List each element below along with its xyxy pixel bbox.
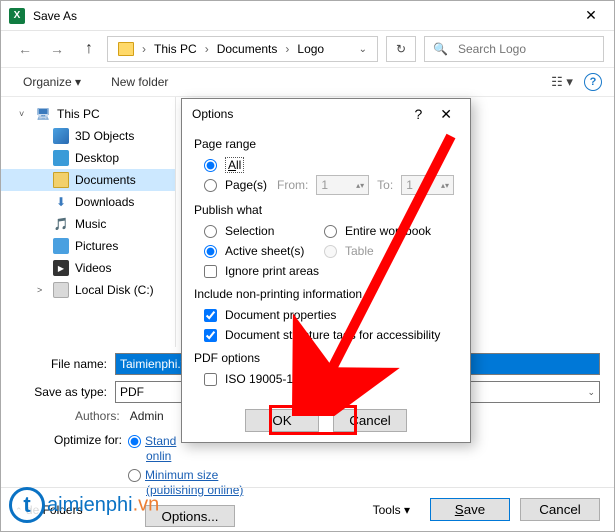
down-icon: ⬇ — [53, 194, 69, 210]
tree-item-pictures[interactable]: Pictures — [1, 235, 175, 257]
tree-item-this-pc[interactable]: ˅ 🖥 This PC — [1, 103, 175, 125]
organize-menu[interactable]: Organize ▾ — [13, 71, 91, 93]
tree-item-local-disk-c-[interactable]: > Local Disk (C:) — [1, 279, 175, 301]
document-structure-check[interactable]: Document structure tags for accessibilit… — [194, 325, 458, 345]
refresh-button[interactable]: ↻ — [386, 36, 416, 62]
include-nonprinting-group: Include non-printing information — [194, 287, 458, 301]
save-as-window: X Save As ✕ ← → ↑ › This PC › Documents … — [0, 0, 615, 532]
close-button[interactable]: ✕ — [568, 1, 614, 31]
up-button[interactable]: ↑ — [75, 36, 103, 62]
tree-item-videos[interactable]: ▶ Videos — [1, 257, 175, 279]
authors-value[interactable]: Admin — [130, 409, 164, 423]
page-to-input: 1▴▾ — [401, 175, 454, 195]
options-ok-button[interactable]: OK — [245, 409, 319, 432]
help-icon[interactable]: ? — [584, 73, 602, 91]
tree-item-3d-objects[interactable]: 3D Objects — [1, 125, 175, 147]
cancel-button[interactable]: Cancel — [520, 498, 600, 521]
crumb-documents[interactable]: Documents — [211, 39, 284, 59]
3d-icon — [53, 128, 69, 144]
new-folder-button[interactable]: New folder — [101, 71, 178, 93]
excel-icon: X — [9, 8, 25, 24]
tree-item-label: Local Disk (C:) — [75, 283, 154, 297]
tree-item-documents[interactable]: Documents — [1, 169, 175, 191]
selection-radio[interactable]: Selection — [194, 221, 324, 241]
desk-icon — [53, 150, 69, 166]
expand-icon[interactable]: > — [37, 285, 47, 295]
watermark: taimienphi.vn — [9, 487, 159, 523]
breadcrumb[interactable]: › This PC › Documents › Logo ⌄ — [107, 36, 378, 62]
entire-workbook-radio[interactable]: Entire workbook — [324, 221, 431, 241]
nav-tree: ˅ 🖥 This PC 3D Objects Desktop Documents ⬇ Down… — [1, 97, 176, 347]
tree-item-label: Desktop — [75, 151, 119, 165]
crumb-logo[interactable]: Logo — [291, 39, 330, 59]
ignore-print-areas-check[interactable]: Ignore print areas — [194, 261, 458, 281]
crumb-this-pc[interactable]: This PC — [148, 39, 203, 59]
address-bar: ← → ↑ › This PC › Documents › Logo ⌄ ↻ 🔍 — [1, 31, 614, 67]
tree-item-label: Videos — [75, 261, 111, 275]
titlebar: X Save As ✕ — [1, 1, 614, 31]
pc-icon: 🖥 — [35, 106, 51, 122]
dialog-help-icon[interactable]: ? — [414, 106, 422, 122]
active-sheets-radio[interactable]: Active sheet(s) — [194, 241, 324, 261]
chevron-down-icon[interactable]: ⌄ — [359, 44, 367, 55]
page-range-pages-radio[interactable]: Page(s) From: 1▴▾ To: 1▴▾ — [194, 175, 458, 195]
expand-icon[interactable]: ˅ — [19, 109, 29, 119]
tree-item-music[interactable]: 🎵 Music — [1, 213, 175, 235]
publish-what-group: Publish what — [194, 203, 458, 217]
search-box[interactable]: 🔍 — [424, 36, 604, 62]
folder-icon — [118, 42, 134, 56]
save-as-type-label: Save as type: — [15, 385, 115, 399]
iso-compliant-check[interactable]: ISO 19005-1 compliant (PDF — [194, 369, 458, 389]
tree-item-label: Documents — [75, 173, 136, 187]
search-input[interactable] — [456, 41, 576, 57]
toolbar: Organize ▾ New folder ☷ ▾ ? — [1, 67, 614, 97]
table-radio: Table — [324, 241, 431, 261]
video-icon: ▶ — [53, 260, 69, 276]
page-from-input: 1▴▾ — [316, 175, 369, 195]
view-icon[interactable]: ☷ ▾ — [550, 70, 574, 94]
tree-item-desktop[interactable]: Desktop — [1, 147, 175, 169]
options-cancel-button[interactable]: Cancel — [333, 409, 407, 432]
chevron-down-icon: ⌄ — [587, 387, 595, 398]
save-button[interactable]: SSaveave — [430, 498, 510, 521]
disk-icon — [53, 282, 69, 298]
filename-label: File name: — [15, 357, 115, 371]
authors-label: Authors: — [75, 409, 120, 423]
doc-icon — [53, 172, 69, 188]
dialog-close-button[interactable]: ✕ — [432, 102, 460, 127]
page-range-all-radio[interactable]: All — [194, 155, 458, 175]
document-properties-check[interactable]: Document properties — [194, 305, 458, 325]
tree-item-label: 3D Objects — [75, 129, 134, 143]
forward-button[interactable]: → — [43, 36, 71, 62]
options-dialog: Options ? ✕ Page range All Page(s) From:… — [181, 98, 471, 443]
options-titlebar: Options ? ✕ — [182, 99, 470, 129]
page-range-group: Page range — [194, 137, 458, 151]
back-button[interactable]: ← — [11, 36, 39, 62]
options-title: Options — [192, 107, 404, 121]
music-icon: 🎵 — [53, 216, 69, 232]
tree-item-label: This PC — [57, 107, 100, 121]
tree-item-label: Downloads — [75, 195, 134, 209]
tools-menu[interactable]: Tools ▾ — [363, 499, 420, 521]
tree-item-label: Music — [75, 217, 106, 231]
window-title: Save As — [33, 9, 568, 23]
tree-item-downloads[interactable]: ⬇ Downloads — [1, 191, 175, 213]
optimize-minimum-radio[interactable]: Minimum size — [128, 467, 243, 483]
pic-icon — [53, 238, 69, 254]
search-icon: 🔍 — [425, 42, 456, 56]
tree-item-label: Pictures — [75, 239, 118, 253]
pdf-options-group: PDF options — [194, 351, 458, 365]
